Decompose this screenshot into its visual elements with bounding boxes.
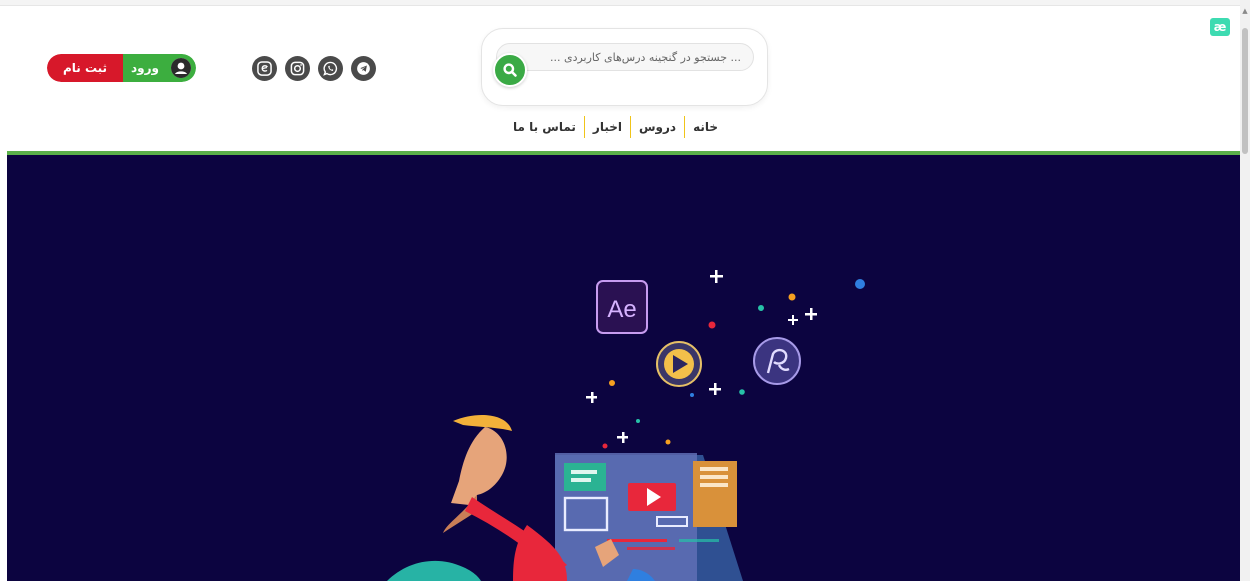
social-links xyxy=(252,56,376,81)
nav-item-contact[interactable]: تماس با ما xyxy=(505,116,584,138)
page: æ ثبت نام ورود خانه xyxy=(0,0,1250,581)
scroll-up-icon[interactable]: ▲ xyxy=(1242,6,1248,16)
nav-divider xyxy=(583,116,585,138)
hero-banner: Ae xyxy=(7,155,1240,581)
site-logo[interactable]: æ xyxy=(1210,18,1230,36)
eitaa-icon[interactable] xyxy=(252,56,277,81)
register-button[interactable]: ثبت نام xyxy=(47,54,123,82)
premiere-rush-icon xyxy=(753,337,801,385)
whatsapp-icon[interactable] xyxy=(318,56,343,81)
scrollbar[interactable]: ▲ xyxy=(1240,0,1250,581)
nav-divider xyxy=(684,116,686,138)
instagram-icon[interactable] xyxy=(285,56,310,81)
search-box xyxy=(481,28,768,106)
ae-badge: Ae xyxy=(596,280,648,334)
hero-illustration: Ae xyxy=(387,270,865,581)
search-button[interactable] xyxy=(493,53,527,87)
user-icon xyxy=(170,58,191,78)
search-icon xyxy=(503,63,517,77)
play-icon xyxy=(656,341,702,387)
search-input[interactable] xyxy=(496,43,754,71)
telegram-icon[interactable] xyxy=(351,56,376,81)
login-label: ورود xyxy=(131,61,159,75)
main-nav: خانه دروس اخبار تماس با ما xyxy=(505,116,726,138)
nav-item-news[interactable]: اخبار xyxy=(585,116,630,138)
video-editor-screen xyxy=(555,453,743,581)
browser-top-edge xyxy=(0,0,1250,6)
svg-text:Ae: Ae xyxy=(607,296,636,323)
nav-item-courses[interactable]: دروس xyxy=(631,116,684,138)
login-button[interactable]: ورود xyxy=(123,54,196,82)
scrollbar-thumb[interactable] xyxy=(1242,28,1248,154)
auth-group: ثبت نام ورود xyxy=(47,54,196,82)
nav-item-home[interactable]: خانه xyxy=(685,116,726,138)
nav-divider xyxy=(630,116,631,138)
